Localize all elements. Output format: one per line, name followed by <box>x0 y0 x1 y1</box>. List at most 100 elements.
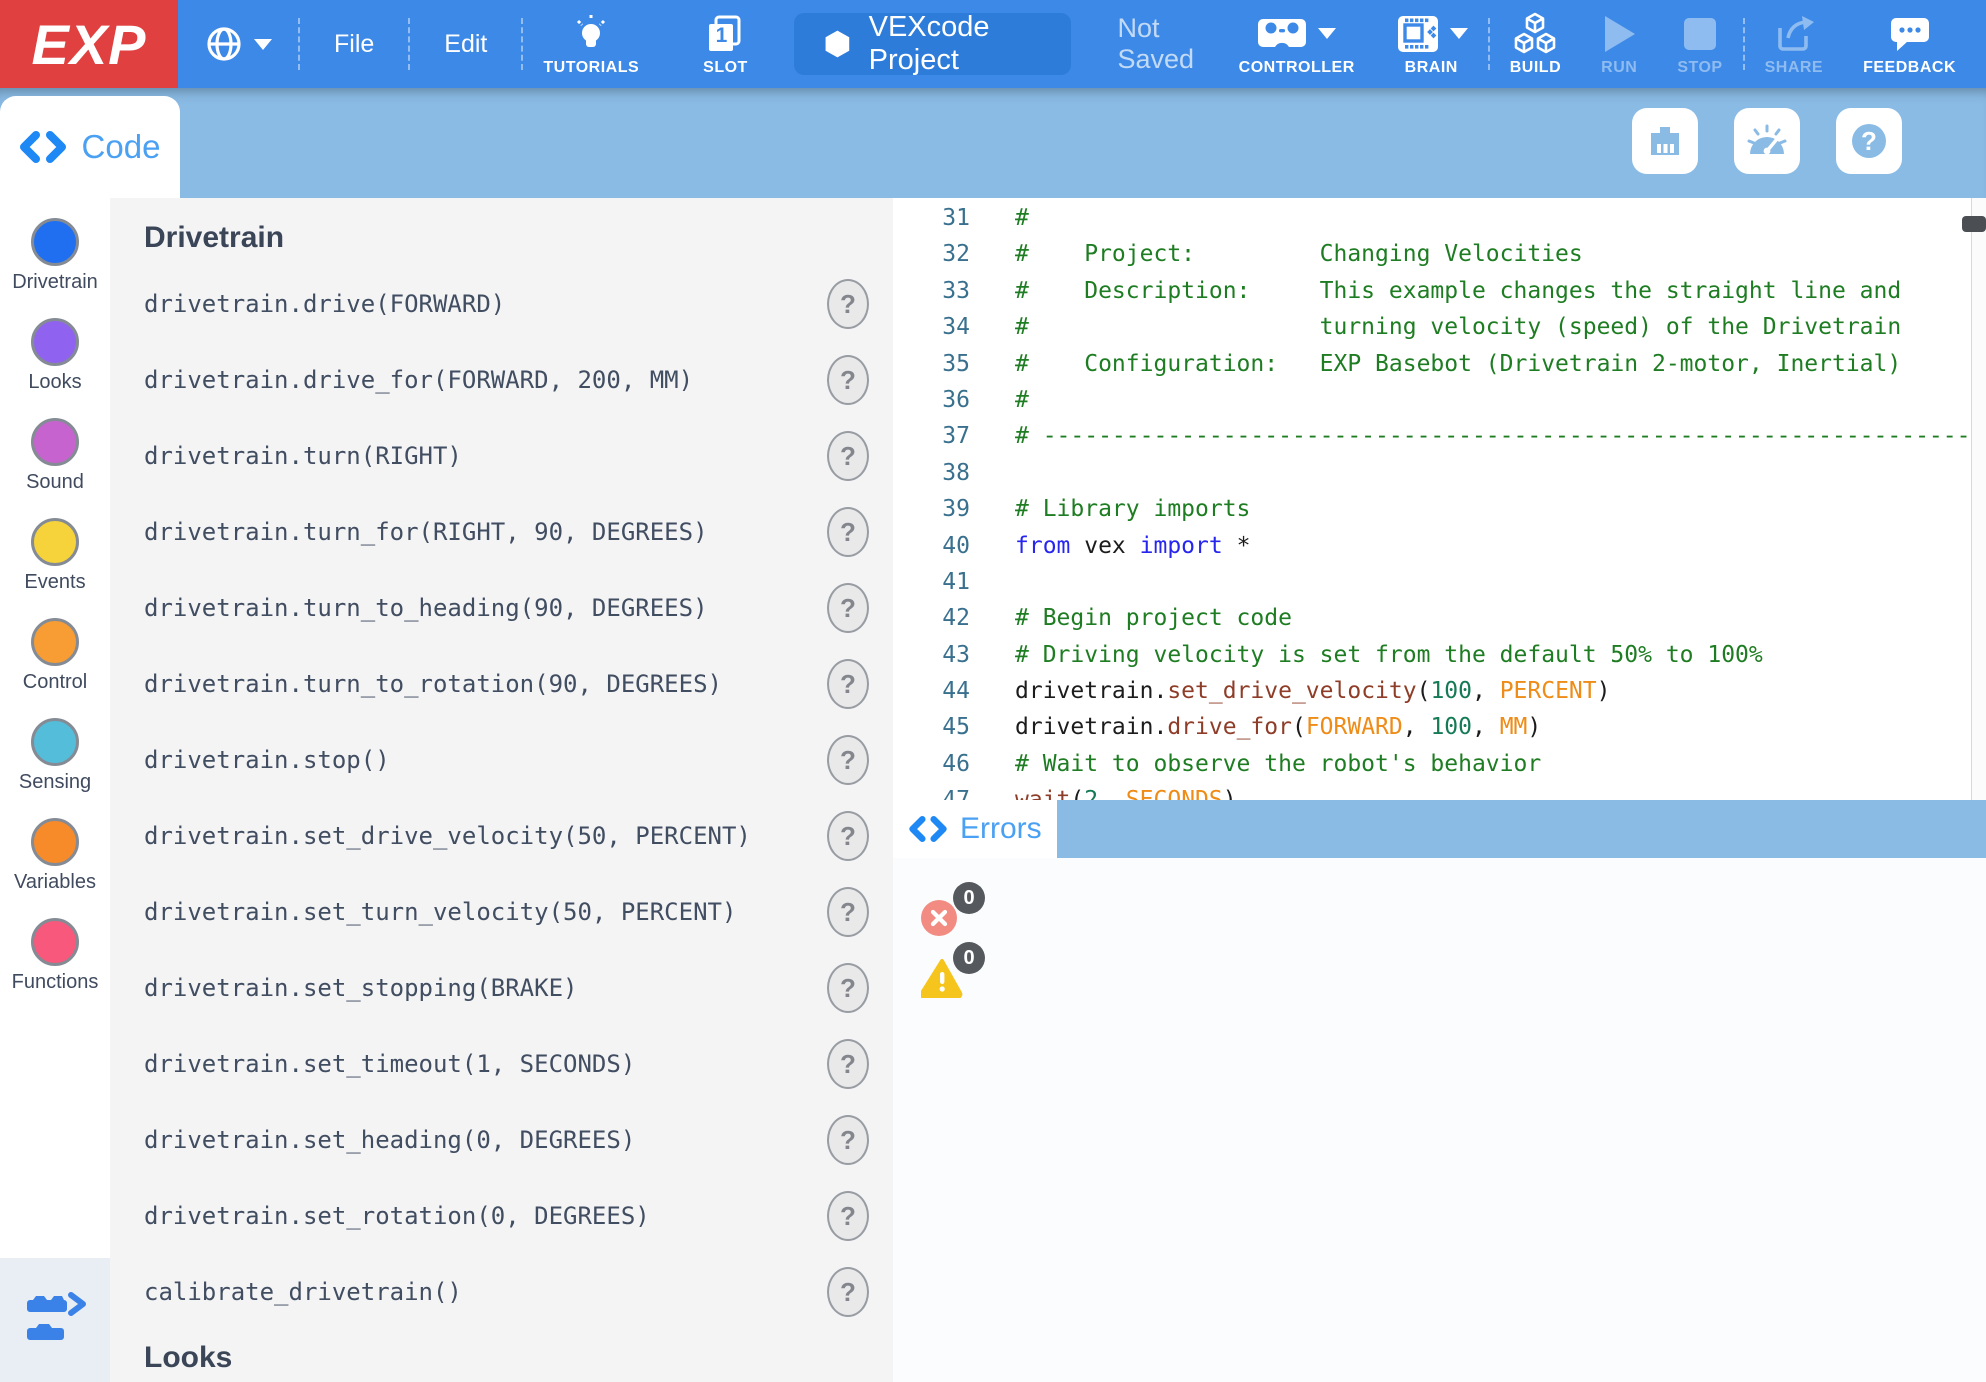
editor-scrollbar-handle[interactable] <box>1962 216 1986 232</box>
command-text[interactable]: drivetrain.set_heading(0, DEGREES) <box>144 1126 635 1154</box>
command-text[interactable]: drivetrain.turn_to_heading(90, DEGREES) <box>144 594 708 622</box>
sidebar-item-sensing[interactable]: Sensing <box>0 718 110 818</box>
command-row[interactable]: drivetrain.drive_for(FORWARD, 200, MM)? <box>144 342 893 418</box>
controller-button[interactable]: CONTROLLER <box>1219 0 1375 88</box>
sidebar-item-functions[interactable]: Functions <box>0 918 110 1018</box>
lightbulb-icon <box>572 13 610 55</box>
sidebar-item-drivetrain[interactable]: Drivetrain <box>0 218 110 318</box>
code-line[interactable]: 36# <box>893 382 1986 418</box>
code-line-text: from vex import * <box>970 528 1250 564</box>
editor-scrollbar[interactable] <box>1971 198 1986 800</box>
sidebar-item-looks[interactable]: Looks <box>0 318 110 418</box>
stop-button[interactable]: STOP <box>1657 0 1742 88</box>
command-help-button[interactable]: ? <box>827 1115 869 1165</box>
sidebar-item-control[interactable]: Control <box>0 618 110 718</box>
device-manager-button[interactable] <box>1632 108 1698 174</box>
chevron-down-icon <box>1318 28 1336 39</box>
command-row[interactable]: drivetrain.stop()? <box>144 722 893 798</box>
sidebar-item-events[interactable]: Events <box>0 518 110 618</box>
device-port-icon <box>1644 120 1686 162</box>
command-text[interactable]: drivetrain.set_stopping(BRAKE) <box>144 974 577 1002</box>
tab-code[interactable]: Code <box>0 96 180 198</box>
command-help-button[interactable]: ? <box>827 735 869 785</box>
line-number: 45 <box>893 709 970 745</box>
code-line[interactable]: 39# Library imports <box>893 491 1986 527</box>
command-help-button[interactable]: ? <box>827 887 869 937</box>
line-number: 40 <box>893 528 970 564</box>
command-row[interactable]: drivetrain.set_turn_velocity(50, PERCENT… <box>144 874 893 950</box>
command-row[interactable]: drivetrain.drive(FORWARD)? <box>144 266 893 342</box>
code-line[interactable]: 42# Begin project code <box>893 600 1986 636</box>
build-button[interactable]: BUILD <box>1490 0 1581 88</box>
command-help-button[interactable]: ? <box>827 1267 869 1317</box>
tutorials-button[interactable]: TUTORIALS <box>523 0 659 88</box>
palette-section-title: Drivetrain <box>144 210 893 266</box>
command-help-button[interactable]: ? <box>827 431 869 481</box>
sidebar-item-variables[interactable]: Variables <box>0 818 110 918</box>
command-help-button[interactable]: ? <box>827 355 869 405</box>
code-line[interactable]: 41 <box>893 564 1986 600</box>
code-editor[interactable]: 31#32# Project: Changing Velocities33# D… <box>893 198 1986 1382</box>
dashboard-button[interactable] <box>1734 108 1800 174</box>
slot-button[interactable]: 1 SLOT <box>683 0 768 88</box>
code-line[interactable]: 32# Project: Changing Velocities <box>893 236 1986 272</box>
run-button[interactable]: RUN <box>1581 0 1657 88</box>
command-text[interactable]: drivetrain.turn_for(RIGHT, 90, DEGREES) <box>144 518 708 546</box>
command-text[interactable]: drivetrain.set_drive_velocity(50, PERCEN… <box>144 822 751 850</box>
code-lines[interactable]: 31#32# Project: Changing Velocities33# D… <box>893 198 1986 800</box>
command-text[interactable]: drivetrain.set_turn_velocity(50, PERCENT… <box>144 898 736 926</box>
command-row[interactable]: calibrate_drivetrain()? <box>144 1254 893 1330</box>
code-line[interactable]: 31# <box>893 200 1986 236</box>
code-line[interactable]: 44drivetrain.set_drive_velocity(100, PER… <box>893 673 1986 709</box>
command-text[interactable]: calibrate_drivetrain() <box>144 1278 462 1306</box>
file-menu[interactable]: File <box>300 0 408 88</box>
command-help-button[interactable]: ? <box>827 583 869 633</box>
command-row[interactable]: drivetrain.turn_to_rotation(90, DEGREES)… <box>144 646 893 722</box>
sidebar-item-sound[interactable]: Sound <box>0 418 110 518</box>
code-line[interactable]: 43# Driving velocity is set from the def… <box>893 637 1986 673</box>
code-line[interactable]: 33# Description: This example changes th… <box>893 273 1986 309</box>
command-help-button[interactable]: ? <box>827 507 869 557</box>
looks-category-icon <box>31 318 79 366</box>
toggle-blocks-button[interactable] <box>0 1258 110 1382</box>
code-line[interactable]: 45drivetrain.drive_for(FORWARD, 100, MM) <box>893 709 1986 745</box>
command-help-button[interactable]: ? <box>827 659 869 709</box>
brain-button[interactable]: BRAIN <box>1375 0 1488 88</box>
command-text[interactable]: drivetrain.drive(FORWARD) <box>144 290 505 318</box>
command-text[interactable]: drivetrain.drive_for(FORWARD, 200, MM) <box>144 366 693 394</box>
command-row[interactable]: drivetrain.set_timeout(1, SECONDS)? <box>144 1026 893 1102</box>
help-button[interactable]: ? <box>1836 108 1902 174</box>
command-help-button[interactable]: ? <box>827 1039 869 1089</box>
command-help-button[interactable]: ? <box>827 963 869 1013</box>
project-name-button[interactable]: VEXcode Project <box>794 13 1072 75</box>
code-line[interactable]: 46# Wait to observe the robot's behavior <box>893 746 1986 782</box>
language-menu[interactable] <box>178 0 298 88</box>
tab-errors[interactable]: Errors <box>893 800 1057 858</box>
command-text[interactable]: drivetrain.stop() <box>144 746 390 774</box>
command-row[interactable]: drivetrain.turn_for(RIGHT, 90, DEGREES)? <box>144 494 893 570</box>
command-help-button[interactable]: ? <box>827 1191 869 1241</box>
code-line[interactable]: 35# Configuration: EXP Basebot (Drivetra… <box>893 346 1986 382</box>
command-text[interactable]: drivetrain.set_rotation(0, DEGREES) <box>144 1202 650 1230</box>
command-row[interactable]: drivetrain.turn(RIGHT)? <box>144 418 893 494</box>
code-line[interactable]: 38 <box>893 455 1986 491</box>
command-row[interactable]: drivetrain.set_rotation(0, DEGREES)? <box>144 1178 893 1254</box>
command-text[interactable]: drivetrain.set_timeout(1, SECONDS) <box>144 1050 635 1078</box>
code-line[interactable]: 47wait(2, SECONDS) <box>893 782 1986 800</box>
vexcode-app: EXP File Edit <box>0 0 1986 1382</box>
code-line[interactable]: 34# turning velocity (speed) of the Driv… <box>893 309 1986 345</box>
line-number: 34 <box>893 309 970 345</box>
command-help-button[interactable]: ? <box>827 811 869 861</box>
command-row[interactable]: drivetrain.turn_to_heading(90, DEGREES)? <box>144 570 893 646</box>
command-row[interactable]: drivetrain.set_heading(0, DEGREES)? <box>144 1102 893 1178</box>
edit-menu[interactable]: Edit <box>410 0 521 88</box>
share-button[interactable]: SHARE <box>1745 0 1844 88</box>
command-text[interactable]: drivetrain.turn_to_rotation(90, DEGREES) <box>144 670 722 698</box>
command-help-button[interactable]: ? <box>827 279 869 329</box>
feedback-button[interactable]: FEEDBACK <box>1843 0 1976 88</box>
command-text[interactable]: drivetrain.turn(RIGHT) <box>144 442 462 470</box>
code-line[interactable]: 40from vex import * <box>893 528 1986 564</box>
command-row[interactable]: drivetrain.set_drive_velocity(50, PERCEN… <box>144 798 893 874</box>
command-row[interactable]: drivetrain.set_stopping(BRAKE)? <box>144 950 893 1026</box>
code-line[interactable]: 37# ------------------------------------… <box>893 418 1986 454</box>
